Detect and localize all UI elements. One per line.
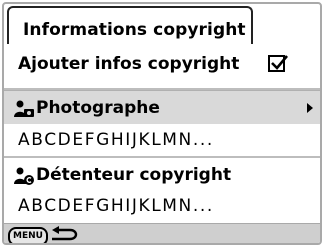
person-copyright-icon [14,167,34,185]
back-arrow-icon[interactable] [50,226,80,242]
page-title: Informations copyright [23,20,246,40]
photographer-item[interactable]: Photographe [4,90,320,124]
footer-bar: MENU [4,223,320,243]
copyright-holder-value-row[interactable]: ABCDEFGHIJKLMN... [4,190,320,222]
checkmark-icon [271,55,288,70]
title-tab: Informations copyright [7,6,253,44]
copyright-screen: Informations copyright Ajouter infos cop… [2,2,322,245]
copyright-holder-label: Détenteur copyright [36,165,232,185]
copyright-holder-value: ABCDEFGHIJKLMN... [18,196,214,216]
toggle-label: Ajouter infos copyright [18,54,240,74]
chevron-right-icon[interactable] [307,103,313,113]
copyright-holder-item[interactable]: Détenteur copyright [4,156,320,190]
photographer-value: ABCDEFGHIJKLMN... [18,130,214,150]
checkbox[interactable] [268,55,288,72]
photographer-value-row[interactable]: ABCDEFGHIJKLMN... [4,124,320,156]
add-copyright-info-toggle[interactable]: Ajouter infos copyright [4,44,320,90]
photographer-label: Photographe [36,98,160,118]
menu-button[interactable]: MENU [8,227,48,243]
person-camera-icon [14,100,34,117]
